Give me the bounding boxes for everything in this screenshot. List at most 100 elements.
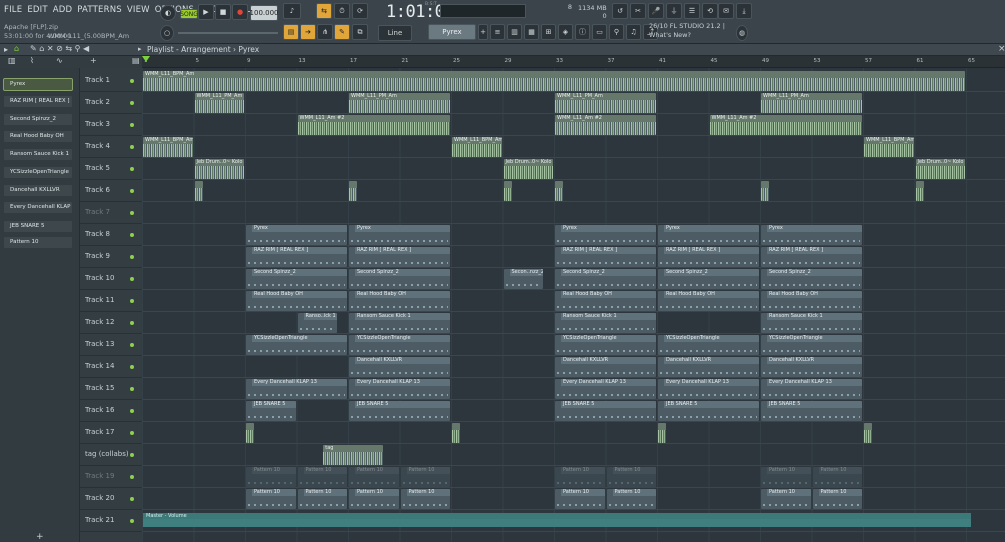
refresh-icon[interactable]: ⟲ [702,3,718,19]
track-header[interactable]: Track 10 [80,268,142,290]
pencil-icon[interactable]: ✎ [334,24,350,40]
play-icon[interactable]: ▶ [198,4,214,20]
close-icon[interactable]: × [998,44,1005,54]
track-lane[interactable]: WMM_L11_Am #2 WMM_L11_Am #2 WMM_L11_Am #2 [142,114,1005,136]
track-mute-led[interactable] [130,79,134,83]
track-lane[interactable]: Pattern 10 Pattern 10 Pattern 10 Pattern 10… [142,466,1005,488]
track-mute-led[interactable] [130,475,134,479]
track-mute-led[interactable] [130,387,134,391]
loop-record-icon[interactable]: ⟳ [352,3,368,19]
track-lane[interactable]: Dancehall KXLLVR Dancehall KXLLVR Dancehal… [142,356,1005,378]
track-lane[interactable]: Real Hood Baby OH Real Hood Baby OH Real H… [142,290,1005,312]
track-mute-led[interactable] [130,277,134,281]
audio-clip[interactable]: WMM_L11_Am #2 [709,115,862,135]
browser-icon[interactable]: ⊞ [541,24,556,40]
track-lane[interactable]: Pattern 10 Pattern 10 Pattern 10 Pattern 10… [142,488,1005,510]
audio-clip[interactable]: WMM_L11_PM_Am [194,93,244,113]
track-lane[interactable]: WMM_L11_PM_Am WMM_L11_PM_Am WMM_L11_PM_Am W… [142,92,1005,114]
audio-clip[interactable] [246,423,255,443]
audio-clip[interactable] [915,181,924,201]
playlist-menu-icon[interactable]: ▸ [4,45,8,54]
master-pitch-slider[interactable] [178,32,278,34]
pattern-item[interactable]: Ransom Sauce Kick 1 [4,149,72,160]
add-track-icon[interactable]: + [90,56,97,65]
track-lane[interactable]: Every Dancehall KLAP 13 Every Dancehall K… [142,378,1005,400]
add-pattern-plus-icon[interactable]: + [36,532,44,542]
song-mode-button[interactable]: SONG [180,9,198,19]
track-mute-led[interactable] [130,431,134,435]
track-lane[interactable]: Master - Volume [142,510,1005,532]
pattern-clip[interactable]: Real Hood Baby OH [349,291,450,311]
track-mute-led[interactable] [130,497,134,501]
track-mute-led[interactable] [130,519,134,523]
audio-clip[interactable]: Jeb Drum..0~ Kolo [915,159,965,179]
track-header[interactable]: Track 2 [80,92,142,114]
pattern-song-toggle-icon[interactable]: ◐ [160,5,176,21]
audio-clip[interactable] [555,181,564,201]
pattern-clip[interactable]: Dancehall KXLLVR [555,357,656,377]
pattern-clip[interactable]: Real Hood Baby OH [246,291,347,311]
snap-select[interactable]: Line [378,25,412,41]
magnet-icon[interactable]: ⋔ [317,24,333,40]
track-header[interactable]: Track 1 [80,70,142,92]
track-lane[interactable] [142,422,1005,444]
track-mute-led[interactable] [130,189,134,193]
audio-clip[interactable] [761,181,770,201]
track-mute-led[interactable] [130,453,134,457]
pattern-clip[interactable]: Every Dancehall KLAP 13 [555,379,656,399]
cut-icon[interactable]: ✂ [630,3,646,19]
track-mute-led[interactable] [130,255,134,259]
info-icon[interactable]: ⓘ [575,24,590,40]
playlist-icon[interactable]: ▤ [283,24,299,40]
track-lane[interactable]: Second Spinzz_2 Second Spinzz_2 Secon..nzz… [142,268,1005,290]
pattern-clip[interactable]: JEB SNARE 5 [761,401,862,421]
audio-clip[interactable]: WMM_L11_Am #2 [297,115,450,135]
pattern-clip[interactable]: Pattern 10 [400,467,450,487]
pattern-clip[interactable]: JEB SNARE 5 [246,401,296,421]
audio-clip[interactable] [452,423,461,443]
menu-file[interactable]: FILE [4,5,22,15]
timeline-ruler[interactable]: 1 5 9 13 17 21 25 29 33 37 41 45 49 53 57 61 65 [142,56,1005,68]
track-header[interactable]: Track 20 [80,488,142,510]
stamp-icon[interactable]: ⧉ [352,24,368,40]
menu-view[interactable]: VIEW [127,5,150,15]
mic2-icon[interactable]: ♫ [626,24,641,40]
track-mute-led[interactable] [130,167,134,171]
pattern-clip[interactable]: YCSizzleOpenTriangle [658,335,759,355]
track-mute-led[interactable] [130,123,134,127]
undo-icon[interactable]: ↺ [612,3,628,19]
audio-clip[interactable] [349,181,358,201]
pattern-clip[interactable]: YCSizzleOpenTriangle [246,335,347,355]
pattern-clip[interactable]: Pattern 10 [606,489,656,509]
track-header[interactable]: Track 21 [80,510,142,532]
pattern-item[interactable]: Dancehall KXLLVR [4,185,72,196]
audio-clip[interactable]: WMM_L11_PM_Am [761,93,862,113]
track-header[interactable]: Track 16 [80,400,142,422]
download-icon[interactable]: ⤓ [736,3,752,19]
track-mute-led[interactable] [130,343,134,347]
pattern-clip[interactable]: Pattern 10 [555,467,605,487]
mixer-icon[interactable]: ≡ [490,24,505,40]
audio-clip[interactable]: WMM_L11_BPM_Am [864,137,914,157]
master-pitch-icon[interactable]: ○ [160,25,174,41]
pattern-clip[interactable]: Real Hood Baby OH [761,291,862,311]
tools-icons[interactable]: ✎ ⌂ ✕ ⊘ ⇆ ⚲ ◀ [30,44,89,53]
audio-clip[interactable]: WMM_L11_Am #2 [555,115,656,135]
pattern-clip[interactable]: Pyrex [761,225,862,245]
playlist-view-icon[interactable]: ▤ [132,56,140,65]
track-header[interactable]: Track 3 [80,114,142,136]
audio-clip[interactable]: WMM_L11_BPM_Am [452,137,502,157]
metronome-icon[interactable]: ♪ [283,3,301,19]
pattern-clip[interactable]: RAZ RIM [ REAL REX ] [658,247,759,267]
track-header[interactable]: tag (collabs) [80,444,142,466]
pattern-clip[interactable]: Second Spinzz_2 [349,269,450,289]
pattern-clip[interactable]: Real Hood Baby OH [555,291,656,311]
track-lane[interactable]: YCSizzleOpenTriangle YCSizzleOpenTriangle… [142,334,1005,356]
track-header[interactable]: Track 19 [80,466,142,488]
pattern-clip[interactable]: YCSizzleOpenTriangle [349,335,450,355]
playhead-marker[interactable] [142,56,150,62]
clip-icon[interactable]: ▭ [592,24,607,40]
pattern-clip[interactable]: Pattern 10 [761,489,811,509]
pattern-clip[interactable]: RAZ RIM [ REAL REX ] [761,247,862,267]
pattern-clip[interactable]: Ransom Sauce Kick 1 [349,313,450,333]
